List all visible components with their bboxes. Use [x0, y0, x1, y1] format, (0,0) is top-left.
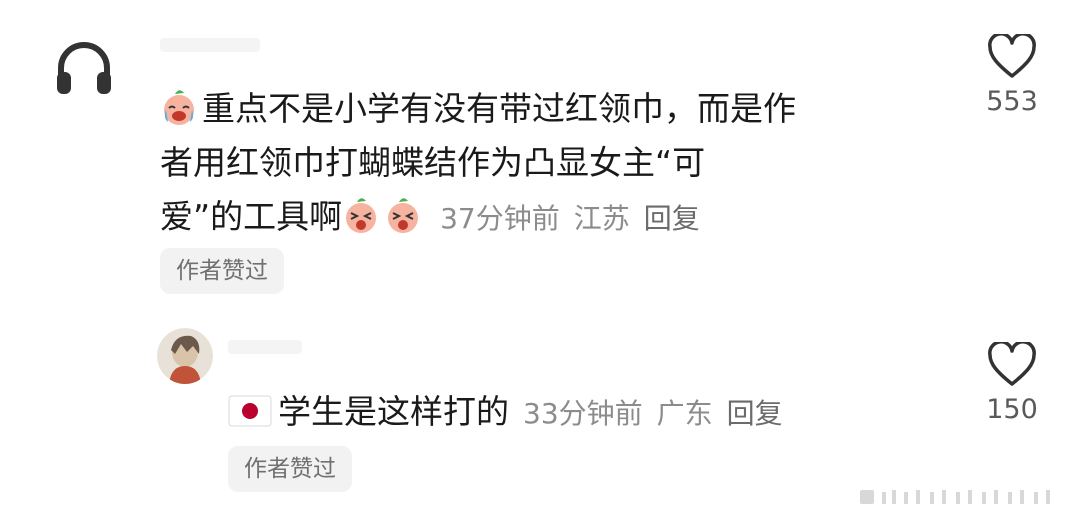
comment-line-1: 重点不是小学有没有带过红领巾，而是作	[160, 82, 950, 136]
username-redacted[interactable]	[228, 340, 302, 354]
comment-text-line: 重点不是小学有没有带过红领巾，而是作	[202, 89, 796, 128]
reply-time: 33分钟前	[523, 397, 643, 430]
author-liked-badge: 作者赞过	[228, 446, 352, 492]
author-liked-badge: 作者赞过	[160, 248, 284, 294]
crying-laughing-emoji-icon	[160, 88, 198, 126]
heart-icon[interactable]	[972, 340, 1052, 392]
avatar[interactable]	[157, 328, 213, 384]
shocked-emoji-icon	[384, 196, 422, 234]
japan-flag-icon	[228, 394, 272, 427]
like-column: 150	[972, 340, 1052, 425]
comment-time: 37分钟前	[440, 202, 560, 235]
comment-location: 江苏	[573, 202, 630, 235]
reply-body: 学生是这样打的 33分钟前 广东 回复	[228, 390, 783, 436]
like-column: 553	[972, 32, 1052, 117]
like-count: 150	[986, 394, 1038, 425]
reply-text: 学生是这样打的	[278, 392, 509, 431]
reply-location: 广东	[656, 397, 713, 430]
avatar-headphones-icon[interactable]	[53, 40, 115, 96]
comment-meta: 37分钟前 江苏 回复	[426, 202, 700, 235]
comment-line-3: 爱”的工具啊 37分钟前 江苏 回复	[160, 190, 950, 246]
comment-body: 重点不是小学有没有带过红领巾，而是作 者用红领巾打蝴蝶结作为凸显女主“可 爱”的…	[160, 82, 950, 246]
heart-icon[interactable]	[972, 32, 1052, 84]
reply-meta: 33分钟前 广东 回复	[509, 397, 783, 430]
comment-line-2: 者用红领巾打蝴蝶结作为凸显女主“可	[160, 143, 706, 182]
shocked-emoji-icon	[342, 196, 380, 234]
reply-button[interactable]: 回复	[727, 397, 783, 430]
reply-button[interactable]: 回复	[644, 202, 700, 235]
comment-text-line: 爱”的工具啊	[160, 197, 343, 236]
username-redacted[interactable]	[160, 38, 260, 52]
like-count: 553	[986, 86, 1038, 117]
watermark	[860, 488, 1060, 510]
